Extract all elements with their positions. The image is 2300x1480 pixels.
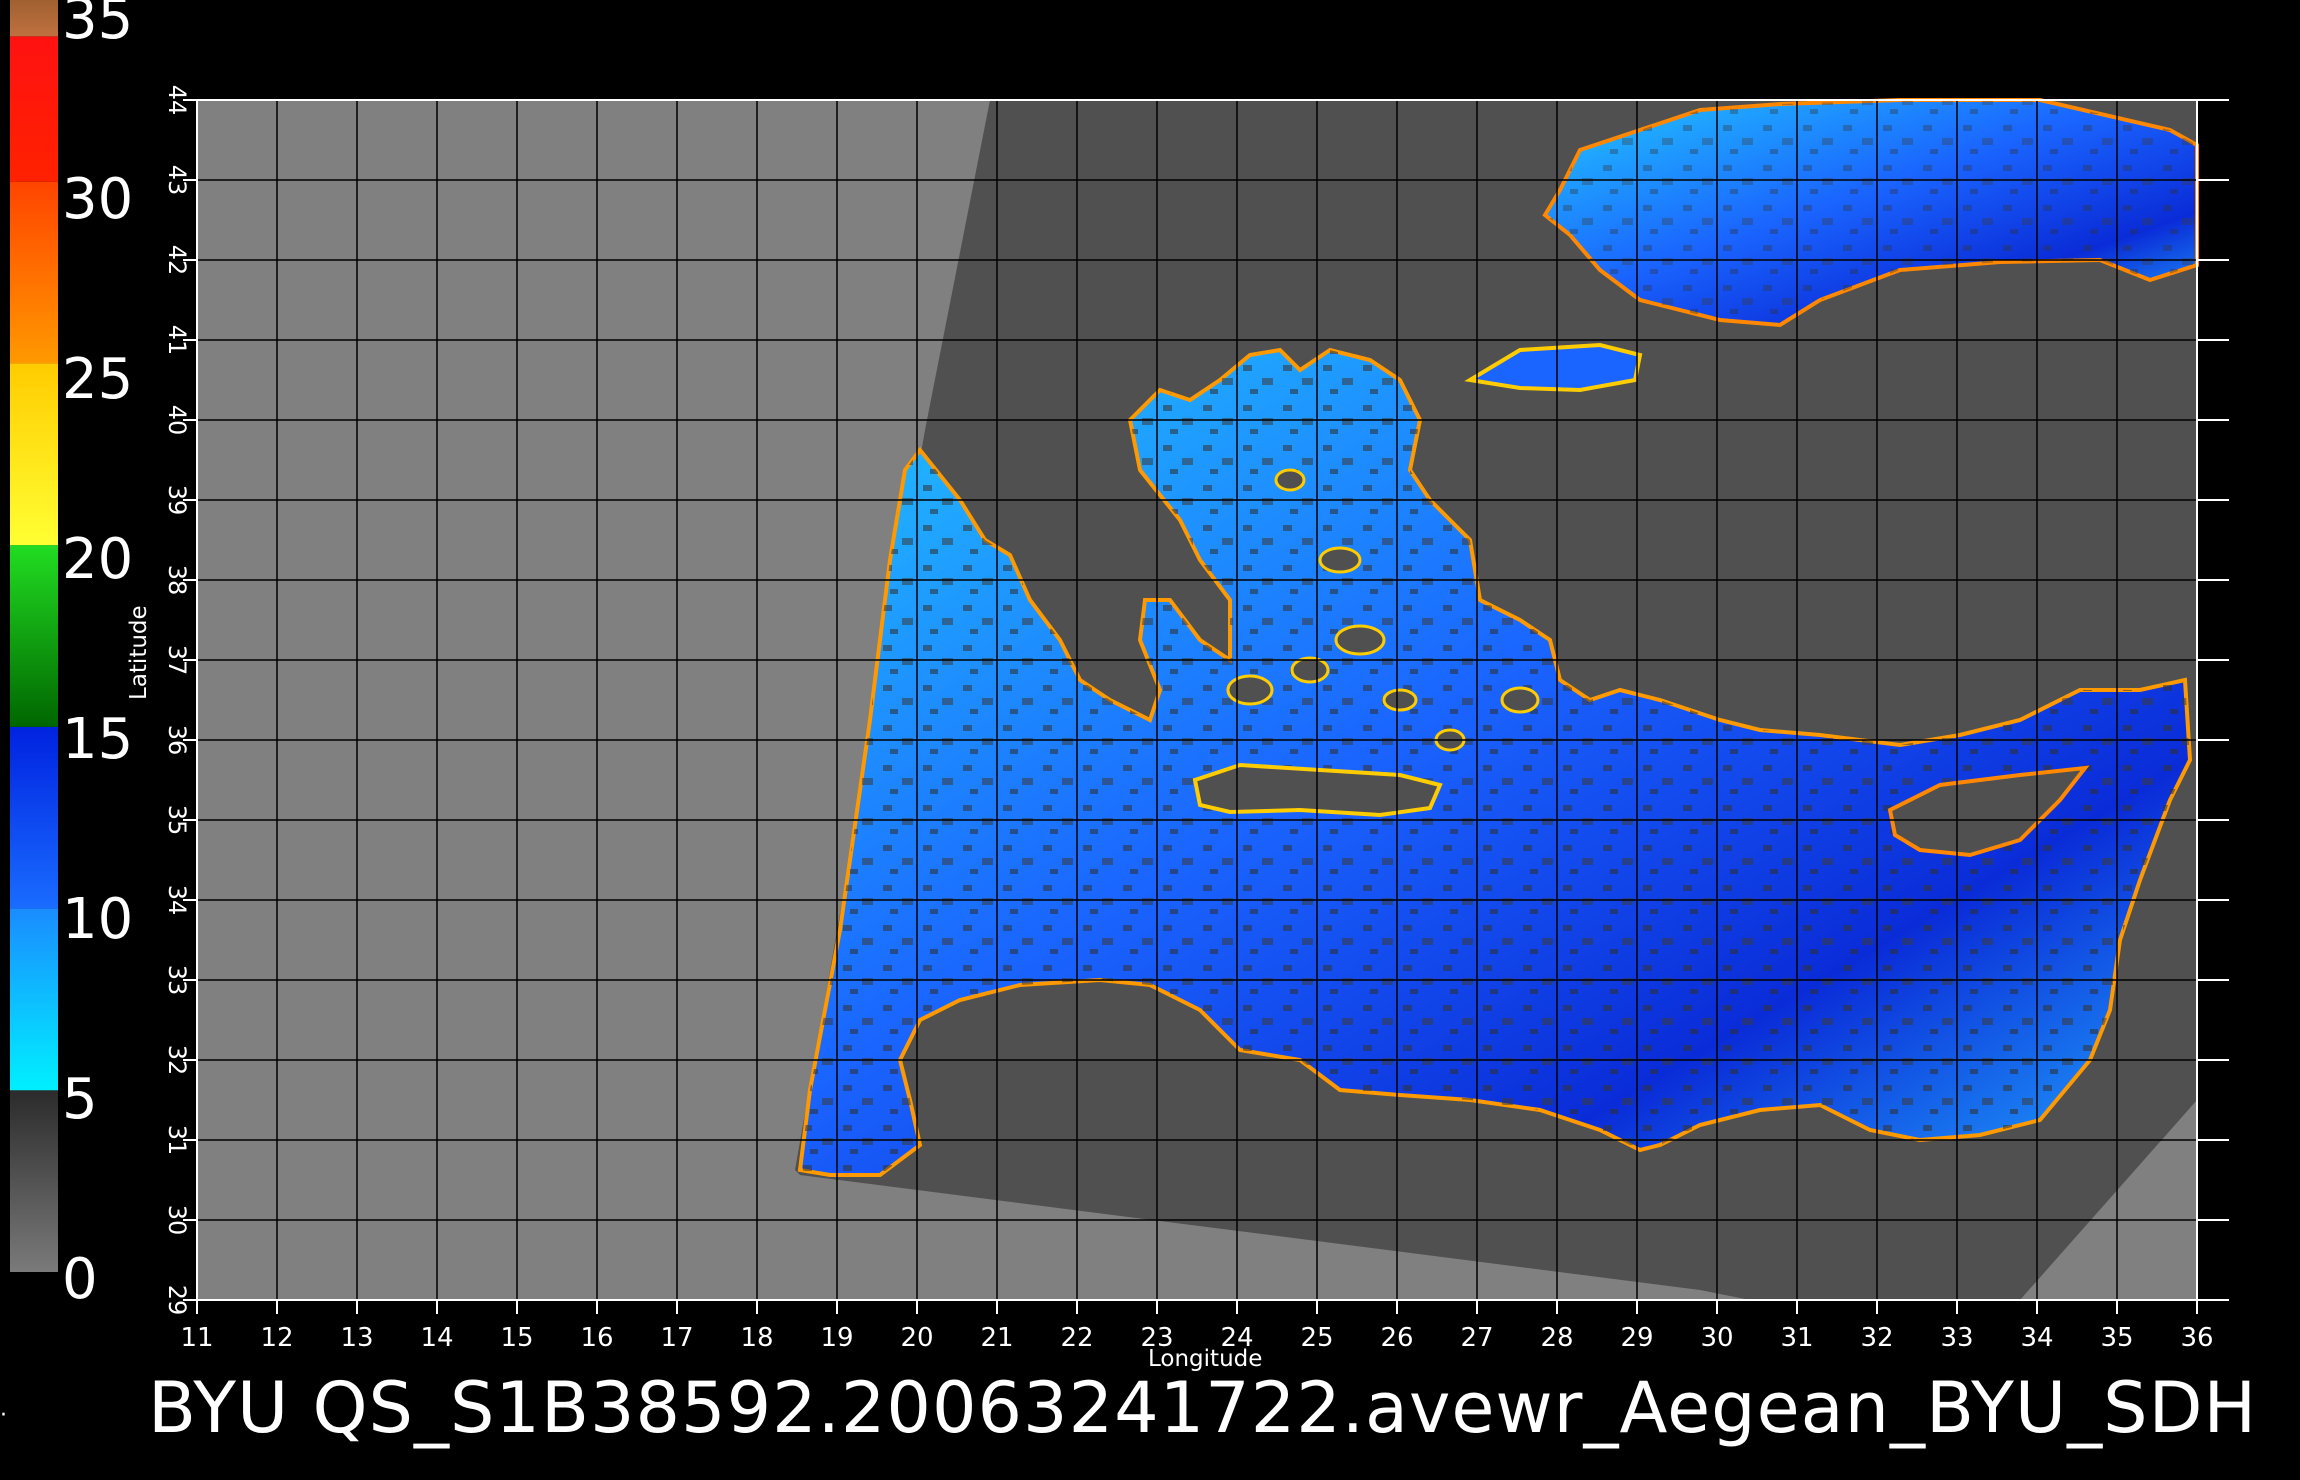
lat-tick-label-39: 39	[163, 485, 191, 516]
lon-tick-label-14: 14	[420, 1323, 453, 1353]
lon-tick-label-13: 13	[340, 1323, 373, 1353]
lat-tick-label-43: 43	[163, 165, 191, 196]
lat-tick-label-33: 33	[163, 965, 191, 996]
lat-tick-label-34: 34	[163, 885, 191, 916]
wind-map: 11 12 13 14 15 16 17 18 19 20 21 22 23 24 25 26 27 28 29 30…	[163, 85, 2229, 1353]
lat-tick-label-42: 42	[163, 245, 191, 276]
lon-tick-label-15: 15	[500, 1323, 533, 1353]
lat-tick-label-37: 37	[163, 645, 191, 676]
lon-tick-label-11: 11	[180, 1323, 213, 1353]
lat-tick-label-35: 35	[163, 805, 191, 836]
lon-tick-label-32: 32	[1860, 1323, 1893, 1353]
lon-tick-label-21: 21	[980, 1323, 1013, 1353]
lat-tick-label-32: 32	[163, 1045, 191, 1076]
lat-tick-label-29: 29	[163, 1285, 191, 1316]
lon-tick-label-30: 30	[1700, 1323, 1733, 1353]
lon-tick-label-33: 33	[1940, 1323, 1973, 1353]
lon-tick-label-19: 19	[820, 1323, 853, 1353]
lat-tick-label-30: 30	[163, 1205, 191, 1236]
lat-tick-label-36: 36	[163, 725, 191, 756]
lon-tick-label-22: 22	[1060, 1323, 1093, 1353]
lon-tick-label-34: 34	[2020, 1323, 2053, 1353]
edge-mark: ·	[0, 1403, 7, 1428]
lon-tick-label-12: 12	[260, 1323, 293, 1353]
y-axis-label: Latitude	[126, 605, 152, 700]
lon-tick-label-16: 16	[580, 1323, 613, 1353]
lat-tick-label-44: 44	[163, 85, 191, 116]
lon-tick-label-18: 18	[740, 1323, 773, 1353]
lon-tick-label-29: 29	[1620, 1323, 1653, 1353]
lon-tick-label-26: 26	[1380, 1323, 1413, 1353]
image-caption: BYU QS_S1B38592.20063241722.avewr_Aegean…	[148, 1367, 2258, 1449]
lon-tick-label-25: 25	[1300, 1323, 1333, 1353]
lat-tick-label-31: 31	[163, 1125, 191, 1156]
lat-tick-label-41: 41	[163, 325, 191, 356]
lon-tick-label-35: 35	[2100, 1323, 2133, 1353]
lon-tick-label-36: 36	[2180, 1323, 2213, 1353]
lon-tick-label-27: 27	[1460, 1323, 1493, 1353]
lat-tick-label-38: 38	[163, 565, 191, 596]
lat-tick-label-40: 40	[163, 405, 191, 436]
lon-tick-label-28: 28	[1540, 1323, 1573, 1353]
lon-tick-label-17: 17	[660, 1323, 693, 1353]
lon-tick-label-31: 31	[1780, 1323, 1813, 1353]
lon-tick-label-20: 20	[900, 1323, 933, 1353]
